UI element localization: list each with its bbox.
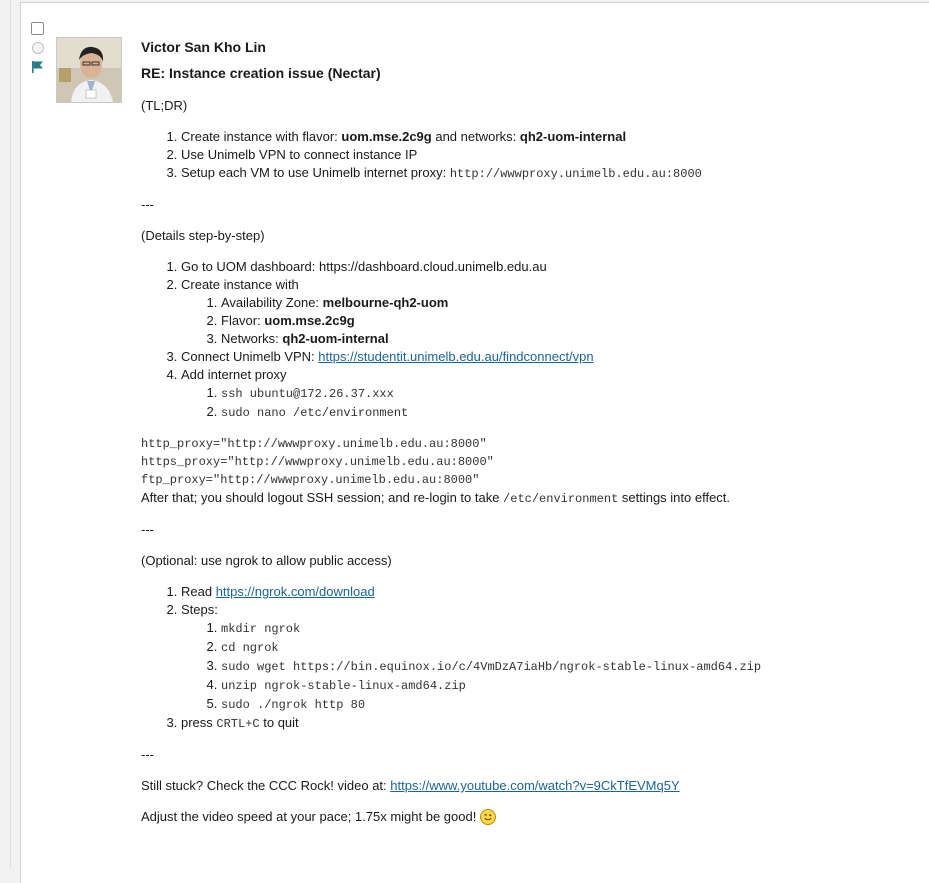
youtube-link[interactable]: https://www.youtube.com/watch?v=9CkTfEVM… [390, 778, 679, 793]
list-item: Networks: qh2-uom-internal [221, 330, 921, 348]
env-line: ftp_proxy="http://wwwproxy.unimelb.edu.a… [141, 473, 480, 487]
flag-icon[interactable] [31, 60, 44, 74]
list-item: Setup each VM to use Unimelb internet pr… [181, 164, 921, 183]
separator: --- [141, 522, 154, 537]
closing-note: Adjust the video speed at your pace; 1.7… [141, 808, 921, 826]
env-line: http_proxy="http://wwwproxy.unimelb.edu.… [141, 437, 487, 451]
list-item: sudo ./ngrok http 80 [221, 695, 921, 714]
read-status-radio[interactable] [32, 42, 44, 54]
list-item: Connect Unimelb VPN: https://studentit.u… [181, 348, 921, 366]
list-item: unzip ngrok-stable-linux-amd64.zip [221, 676, 921, 695]
optional-list: Read https://ngrok.com/download Steps: m… [141, 583, 921, 733]
message-body: Victor San Kho Lin RE: Instance creation… [141, 38, 921, 826]
list-item: Flavor: uom.mse.2c9g [221, 312, 921, 330]
separator: --- [141, 197, 154, 212]
sub-list: mkdir ngrok cd ngrok sudo wget https://b… [181, 619, 921, 714]
list-item: press CRTL+C to quit [181, 714, 921, 733]
list-item: ssh ubuntu@172.26.37.xxx [221, 384, 921, 403]
optional-label: (Optional: use ngrok to allow public acc… [141, 553, 392, 568]
list-item: sudo wget https://bin.equinox.io/c/4VmDz… [221, 657, 921, 676]
sub-list: ssh ubuntu@172.26.37.xxx sudo nano /etc/… [181, 384, 921, 422]
after-note: After that; you should logout SSH sessio… [141, 490, 731, 506]
list-item: Steps: mkdir ngrok cd ngrok sudo wget ht… [181, 601, 921, 714]
details-list: Go to UOM dashboard: https://dashboard.c… [141, 258, 921, 422]
ngrok-download-link[interactable]: https://ngrok.com/download [216, 584, 375, 599]
sub-list: Availability Zone: melbourne-qh2-uom Fla… [181, 294, 921, 348]
vpn-link[interactable]: https://studentit.unimelb.edu.au/findcon… [318, 349, 593, 364]
list-item: Create instance with flavor: uom.mse.2c9… [181, 128, 921, 146]
environment-code-block: http_proxy="http://wwwproxy.unimelb.edu.… [141, 435, 921, 489]
list-item: Create instance with Availability Zone: … [181, 276, 921, 348]
list-item: sudo nano /etc/environment [221, 403, 921, 422]
author-name: Victor San Kho Lin [141, 39, 266, 55]
details-label: (Details step-by-step) [141, 228, 265, 243]
tldr-label: (TL;DR) [141, 98, 188, 113]
list-item: Availability Zone: melbourne-qh2-uom [221, 294, 921, 312]
message-controls [30, 22, 46, 74]
avatar [56, 37, 122, 103]
list-item: Use Unimelb VPN to connect instance IP [181, 146, 921, 164]
select-checkbox[interactable] [31, 22, 44, 35]
tldr-list: Create instance with flavor: uom.mse.2c9… [141, 128, 921, 183]
left-rail [10, 0, 11, 869]
list-item: Add internet proxy ssh ubuntu@172.26.37.… [181, 366, 921, 422]
list-item: Go to UOM dashboard: https://dashboard.c… [181, 258, 921, 276]
env-line: https_proxy="http://wwwproxy.unimelb.edu… [141, 455, 494, 469]
message-subject: RE: Instance creation issue (Nectar) [141, 65, 381, 81]
list-item: cd ngrok [221, 638, 921, 657]
separator: --- [141, 747, 154, 762]
stuck-note: Still stuck? Check the CCC Rock! video a… [141, 778, 680, 793]
wink-emoji-icon [479, 809, 496, 825]
list-item: mkdir ngrok [221, 619, 921, 638]
list-item: Read https://ngrok.com/download [181, 583, 921, 601]
